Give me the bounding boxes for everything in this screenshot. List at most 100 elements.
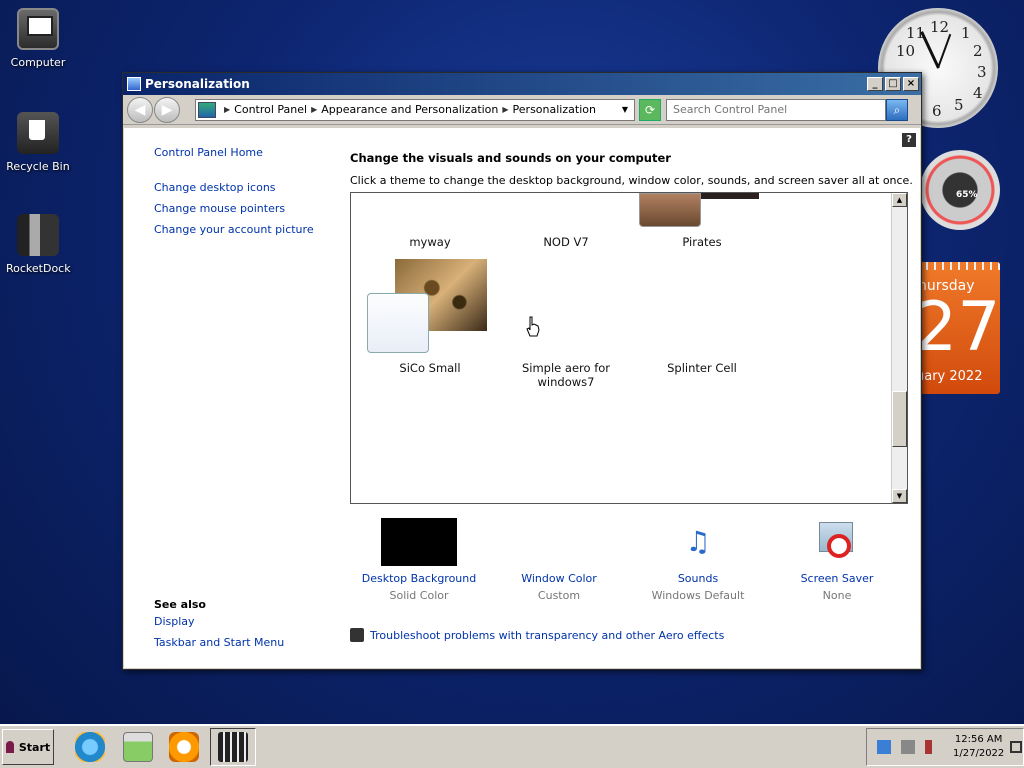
- calendar-month: uary 2022: [920, 369, 983, 384]
- show-desktop-icon[interactable]: [1010, 741, 1023, 753]
- taskbar-clock[interactable]: 12:56 AM 1/27/2022: [953, 733, 1004, 761]
- media-player-icon: [169, 732, 199, 762]
- desktop-background-preview: [381, 518, 457, 566]
- option-value: Windows Default: [651, 589, 745, 602]
- option-sounds[interactable]: ♫ Sounds Windows Default: [633, 518, 763, 602]
- clock-time: 12:56 AM: [954, 734, 1003, 745]
- theme-item-myway[interactable]: myway: [365, 235, 495, 249]
- control-panel-icon: [198, 101, 216, 118]
- option-value: Solid Color: [389, 589, 449, 602]
- scroll-up-button[interactable]: ▲: [892, 193, 907, 207]
- search-input[interactable]: [666, 98, 886, 121]
- hand-cursor-icon: [526, 316, 540, 337]
- option-value: None: [822, 589, 852, 602]
- calendar-gadget[interactable]: hursday 27 uary 2022: [920, 262, 1000, 394]
- link-change-account-picture[interactable]: Change your account picture: [154, 223, 314, 236]
- theme-item-simple-aero[interactable]: Simple aero for windows7: [501, 361, 631, 389]
- meter-value: 65%: [956, 190, 978, 200]
- taskbar-explorer[interactable]: [118, 727, 158, 767]
- desktop-icon-computer[interactable]: Computer: [6, 8, 70, 69]
- theme-item-sico-small[interactable]: SiCo Small: [365, 361, 495, 375]
- window-titlebar[interactable]: Personalization _ □ ×: [123, 73, 921, 95]
- shield-icon: [350, 628, 364, 642]
- clock-number: 10: [896, 42, 916, 60]
- theme-list[interactable]: myway NOD V7 Pirates SiCo Small Simple a…: [350, 192, 908, 504]
- chevron-down-icon[interactable]: ▼: [622, 105, 628, 114]
- search-icon[interactable]: ⌕: [886, 98, 908, 121]
- music-notes-icon: ♫: [685, 525, 711, 558]
- address-bar[interactable]: ▶ Control Panel ▶ Appearance and Persona…: [195, 98, 635, 121]
- control-panel-icon: [127, 77, 141, 91]
- personalization-window: Personalization _ □ × ◀ ▶ ▶ Control Pane…: [122, 72, 922, 670]
- option-label[interactable]: Screen Saver: [772, 572, 902, 585]
- back-button[interactable]: ◀: [127, 96, 153, 123]
- no-screensaver-icon: [813, 518, 861, 566]
- clock-date: 1/27/2022: [953, 748, 1005, 759]
- scroll-down-button[interactable]: ▼: [892, 489, 907, 503]
- minimize-button[interactable]: _: [867, 77, 883, 91]
- breadcrumb-appearance[interactable]: Appearance and Personalization: [321, 103, 498, 116]
- taskbar-personalization-active[interactable]: [210, 728, 256, 766]
- link-change-mouse-pointers[interactable]: Change mouse pointers: [154, 202, 285, 215]
- option-desktop-background[interactable]: Desktop Background Solid Color: [354, 518, 484, 602]
- option-screen-saver[interactable]: Screen Saver None: [772, 518, 902, 602]
- clock-number: 5: [954, 96, 964, 114]
- link-control-panel-home[interactable]: Control Panel Home: [154, 146, 263, 159]
- clock-number: 12: [930, 18, 950, 36]
- refresh-button[interactable]: ⟳: [639, 98, 661, 121]
- start-icon: [5, 741, 14, 753]
- link-taskbar-start-menu[interactable]: Taskbar and Start Menu: [154, 636, 284, 649]
- close-button[interactable]: ×: [903, 77, 919, 91]
- troubleshoot-label[interactable]: Troubleshoot problems with transparency …: [370, 629, 724, 642]
- scroll-thumb[interactable]: [892, 391, 907, 447]
- desktop-icon-label: RocketDock: [6, 262, 71, 275]
- clock-hand-hour: [920, 31, 940, 69]
- theme-item-splinter-cell[interactable]: Splinter Cell: [637, 361, 767, 375]
- link-change-desktop-icons[interactable]: Change desktop icons: [154, 181, 276, 194]
- page-subtitle: Click a theme to change the desktop back…: [350, 174, 913, 187]
- desktop-icon-rocketdock[interactable]: RocketDock: [6, 214, 71, 275]
- network-icon[interactable]: [877, 740, 891, 754]
- link-display[interactable]: Display: [154, 615, 195, 628]
- calendar-date: 27: [920, 288, 1000, 367]
- desktop-icon-recycle-bin[interactable]: Recycle Bin: [6, 112, 70, 173]
- theme-list-scrollbar[interactable]: ▲ ▼: [891, 193, 907, 503]
- taskbar-internet-explorer[interactable]: [70, 727, 110, 767]
- maximize-button[interactable]: □: [885, 77, 901, 91]
- option-window-color[interactable]: Window Color Custom: [494, 518, 624, 602]
- forward-button[interactable]: ▶: [154, 96, 180, 123]
- printer-icon[interactable]: [901, 740, 915, 754]
- troubleshoot-link[interactable]: Troubleshoot problems with transparency …: [350, 628, 724, 642]
- content-area: ? Control Panel Home Change desktop icon…: [124, 128, 920, 668]
- option-label[interactable]: Sounds: [633, 572, 763, 585]
- clock-number: 4: [973, 84, 983, 102]
- see-also-heading: See also: [154, 598, 206, 611]
- chevron-right-icon[interactable]: ▶: [224, 105, 230, 114]
- breadcrumb-personalization[interactable]: Personalization: [513, 103, 596, 116]
- breadcrumb-control-panel[interactable]: Control Panel: [234, 103, 307, 116]
- start-label: Start: [18, 740, 51, 754]
- theme-item-nod-v7[interactable]: NOD V7: [501, 235, 631, 249]
- theme-item-pirates[interactable]: Pirates: [637, 235, 767, 249]
- window-title: Personalization: [145, 77, 250, 91]
- calendar-rings: [920, 262, 1000, 270]
- internet-explorer-icon: [75, 732, 105, 762]
- option-label[interactable]: Window Color: [494, 572, 624, 585]
- option-label[interactable]: Desktop Background: [354, 572, 484, 585]
- option-value: Custom: [537, 589, 581, 602]
- window-color-preview: [521, 518, 597, 566]
- volume-muted-icon[interactable]: [925, 740, 939, 754]
- taskbar-media-player[interactable]: [164, 727, 204, 767]
- help-icon[interactable]: ?: [902, 133, 916, 147]
- clock-number: 6: [932, 102, 942, 120]
- start-button[interactable]: Start: [2, 729, 54, 765]
- theme-thumbnail: [701, 193, 759, 199]
- navigation-bar: ◀ ▶ ▶ Control Panel ▶ Appearance and Per…: [123, 95, 921, 125]
- chevron-right-icon[interactable]: ▶: [311, 105, 317, 114]
- mixer-icon: [218, 732, 248, 762]
- clock-number: 3: [977, 63, 987, 81]
- clock-number: 1: [961, 24, 971, 42]
- desktop-icon-label: Computer: [10, 56, 66, 69]
- chevron-right-icon[interactable]: ▶: [502, 105, 508, 114]
- taskbar: Start 12:56 AM 1/27/2022: [0, 724, 1024, 768]
